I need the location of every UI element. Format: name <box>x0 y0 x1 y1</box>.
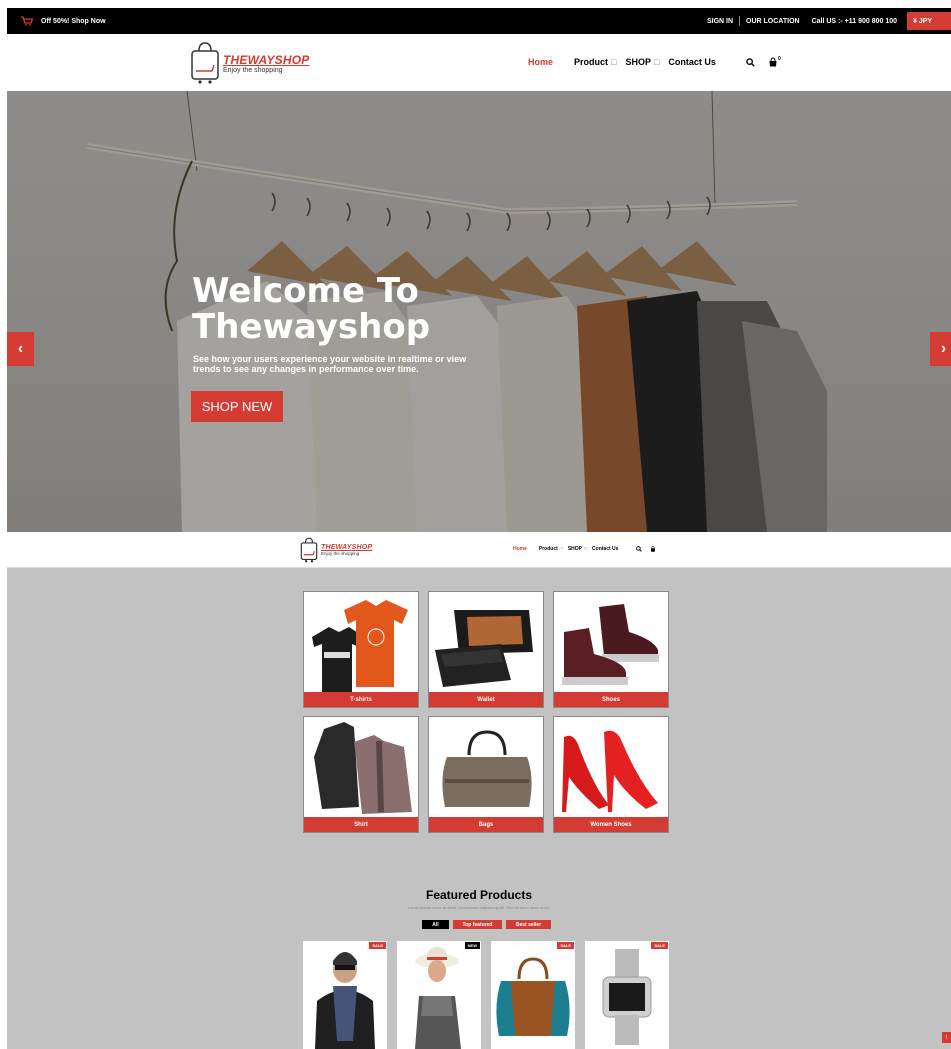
currency-select[interactable]: ¥ JPY <box>907 12 951 30</box>
location-link[interactable]: OUR LOCATION <box>740 18 806 25</box>
caret-icon: □ <box>584 546 588 552</box>
hero-overlay <box>7 91 951 532</box>
shopping-bag-icon <box>300 537 318 563</box>
category-card-shoes[interactable]: Shoes <box>553 591 669 708</box>
nav-shop[interactable]: SHOP <box>625 57 651 67</box>
call-text: Call US :- +11 900 800 100 <box>811 17 897 25</box>
sign-in-link[interactable]: SIGN IN <box>701 18 739 25</box>
sticky-nav-menu: Home Product □ SHOP □ Contact Us <box>513 546 656 552</box>
logo-tagline: Enjoy the shopping <box>223 66 283 74</box>
bags-image <box>429 717 543 817</box>
shop-new-button[interactable]: SHOP NEW <box>191 391 283 422</box>
product-image <box>496 957 570 1036</box>
bag-icon[interactable] <box>650 546 656 552</box>
site-logo[interactable]: THEWAYSHOP Enjoy the shopping <box>190 41 309 85</box>
nav-home[interactable]: Home <box>513 546 527 552</box>
nav-contact[interactable]: Contact Us <box>668 57 716 67</box>
women-shoes-image <box>554 717 668 817</box>
category-label: Shoes <box>554 692 668 707</box>
product-card[interactable]: SALE <box>585 941 669 1049</box>
caret-icon: □ <box>559 546 563 552</box>
bag-icon[interactable] <box>768 57 778 67</box>
nav-contact[interactable]: Contact Us <box>592 546 618 552</box>
logo-brand: THEWAYSHOP <box>321 544 373 551</box>
slider-next-button[interactable]: › <box>930 332 951 366</box>
nav-menu: Home Product □ SHOP □ Contact Us 0 <box>528 55 781 68</box>
offer-link[interactable]: Off 50%! Shop Now <box>7 16 106 26</box>
shopping-bag-icon <box>191 42 219 84</box>
category-label: Bags <box>429 817 543 832</box>
search-icon[interactable] <box>746 57 755 67</box>
hero-title-line1: Welcome To <box>192 271 419 311</box>
nav-product[interactable]: Product <box>574 57 608 67</box>
tshirts-image <box>304 592 418 692</box>
search-icon[interactable] <box>636 546 643 552</box>
filter-top-featured-button[interactable]: Top featured <box>453 920 502 929</box>
logo-tagline: Enjoy the shopping <box>321 551 360 556</box>
product-image <box>602 949 652 1045</box>
main-navbar: THEWAYSHOP Enjoy the shopping Home Produ… <box>7 34 951 91</box>
product-card[interactable]: NEW <box>397 941 481 1049</box>
new-badge: NEW <box>464 942 480 949</box>
hero-title: Welcome To Thewayshop <box>192 273 430 345</box>
category-label: T-shirts <box>304 692 418 707</box>
featured-filters: All Top featured Best seller <box>422 920 551 929</box>
top-bar: Off 50%! Shop Now SIGN IN OUR LOCATION C… <box>7 8 951 34</box>
caret-icon: □ <box>653 57 660 67</box>
sticky-navbar: THEWAYSHOP Enjoy the shopping Home Produ… <box>7 532 951 568</box>
product-card[interactable]: SALE <box>303 941 387 1049</box>
hero-title-line2: Thewayshop <box>192 307 431 347</box>
product-card[interactable]: SALE <box>491 941 575 1049</box>
slider-prev-button[interactable]: ‹ <box>7 332 34 366</box>
site-logo-small[interactable]: THEWAYSHOP Enjoy the shopping <box>300 537 372 563</box>
caret-icon: □ <box>611 57 617 67</box>
nav-product[interactable]: Product <box>539 546 558 552</box>
chevron-left-icon: ‹ <box>17 340 24 357</box>
category-label: Shirt <box>304 817 418 832</box>
filter-best-seller-button[interactable]: Best seller <box>506 920 551 929</box>
arrow-up-icon: ↑ <box>944 1034 949 1041</box>
shoes-image <box>554 592 668 692</box>
category-card-wallet[interactable]: Wallet <box>428 591 544 708</box>
content-area: T-shirts Wallet Shoes Shirt Bags Women S… <box>7 568 951 1049</box>
cart-count: 0 <box>777 55 781 62</box>
category-card-shirt[interactable]: Shirt <box>303 716 419 833</box>
cart-icon <box>21 16 33 26</box>
back-to-top-button[interactable]: ↑ <box>942 1032 951 1043</box>
offer-text: Off 50%! Shop Now <box>41 17 106 25</box>
nav-shop[interactable]: SHOP <box>568 546 582 552</box>
wallet-image <box>429 592 543 692</box>
sale-badge: SALE <box>369 942 386 949</box>
featured-subtitle: Lorem ipsum dolor sit amet, consectetur … <box>407 905 551 910</box>
category-label: Wallet <box>429 692 543 707</box>
page-edge <box>0 0 7 1049</box>
category-card-bags[interactable]: Bags <box>428 716 544 833</box>
chevron-right-icon: › <box>940 340 947 357</box>
nav-home[interactable]: Home <box>528 57 553 67</box>
category-label: Women Shoes <box>554 817 668 832</box>
product-image <box>315 952 375 1049</box>
category-card-women-shoes[interactable]: Women Shoes <box>553 716 669 833</box>
sale-badge: SALE <box>651 942 668 949</box>
logo-brand: THEWAYSHOP <box>223 52 310 67</box>
filter-all-button[interactable]: All <box>422 920 449 929</box>
hero-slider: Welcome To Thewayshop See how your users… <box>7 91 951 532</box>
product-image <box>415 947 461 1049</box>
hero-description: See how your users experience your websi… <box>193 354 467 374</box>
sale-badge: SALE <box>557 942 574 949</box>
category-card-tshirts[interactable]: T-shirts <box>303 591 419 708</box>
featured-title: Featured Products <box>425 888 533 902</box>
shirt-image <box>304 717 418 817</box>
